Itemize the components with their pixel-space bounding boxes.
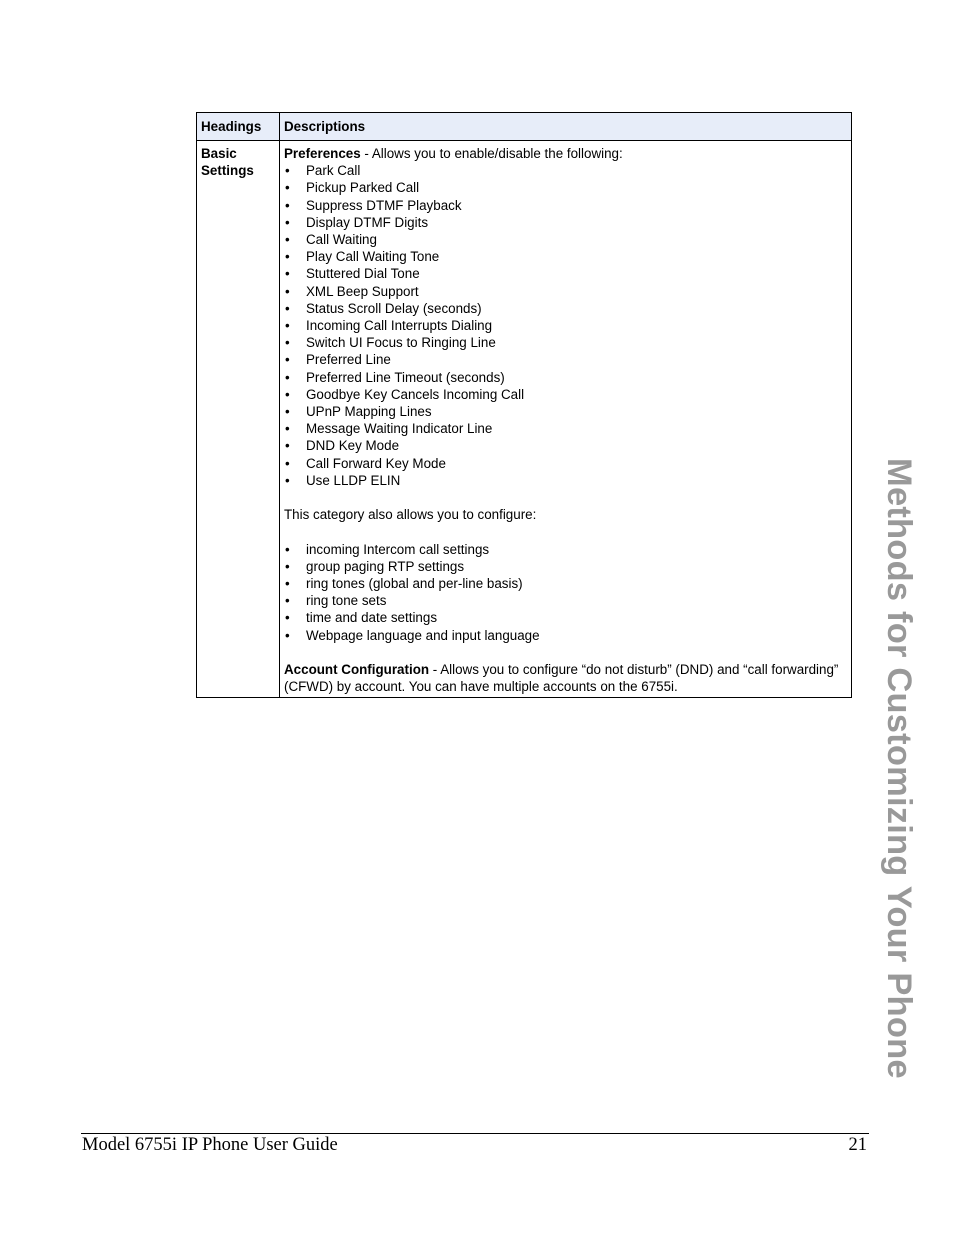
- table-row: Basic Settings Preferences - Allows you …: [196, 139, 852, 699]
- preferences-text: - Allows you to enable/disable the follo…: [360, 146, 623, 161]
- list-item: Status Scroll Delay (seconds): [284, 300, 847, 317]
- list-item: Switch UI Focus to Ringing Line: [284, 334, 847, 351]
- list-item: Park Call: [284, 162, 847, 179]
- table-header-row: Headings Descriptions: [196, 112, 852, 141]
- footer-title: Model 6755i IP Phone User Guide: [82, 1135, 338, 1155]
- list-item: ring tone sets: [284, 592, 847, 609]
- row-heading-line: Settings: [201, 163, 254, 179]
- list-item: Display DTMF Digits: [284, 214, 847, 231]
- row-heading-line: Basic: [201, 146, 237, 161]
- preferences-label: Preferences: [284, 146, 361, 161]
- preferences-list: Park CallPickup Parked CallSuppress DTMF…: [284, 162, 847, 489]
- list-item: Play Call Waiting Tone: [284, 248, 847, 265]
- list-item: ring tones (global and per-line basis): [284, 575, 847, 592]
- list-item: Pickup Parked Call: [284, 179, 847, 196]
- column-header-headings: Headings: [196, 112, 280, 141]
- side-chapter-title: Methods for Customizing Your Phone: [880, 458, 920, 1110]
- list-item: Use LLDP ELIN: [284, 472, 847, 489]
- configure-list: incoming Intercom call settingsgroup pag…: [284, 541, 847, 644]
- preferences-paragraph: Preferences - Allows you to enable/disab…: [284, 145, 847, 162]
- list-item: Call Forward Key Mode: [284, 455, 847, 472]
- page-number: 21: [848, 1135, 868, 1155]
- footer-rule: [81, 1133, 869, 1134]
- side-chapter-title-text: Methods for Customizing Your Phone: [880, 458, 918, 1079]
- list-item: Message Waiting Indicator Line: [284, 420, 847, 437]
- list-item: UPnP Mapping Lines: [284, 403, 847, 420]
- row-description: Preferences - Allows you to enable/disab…: [279, 139, 852, 699]
- list-item: incoming Intercom call settings: [284, 541, 847, 558]
- list-item: XML Beep Support: [284, 283, 847, 300]
- list-item: Stuttered Dial Tone: [284, 265, 847, 282]
- account-paragraph: Account Configuration - Allows you to co…: [284, 661, 847, 695]
- list-item: DND Key Mode: [284, 437, 847, 454]
- list-item: Preferred Line: [284, 351, 847, 368]
- list-item: Incoming Call Interrupts Dialing: [284, 317, 847, 334]
- list-item: group paging RTP settings: [284, 558, 847, 575]
- list-item: Goodbye Key Cancels Incoming Call: [284, 386, 847, 403]
- list-item: Call Waiting: [284, 231, 847, 248]
- list-item: Webpage language and input language: [284, 627, 847, 644]
- list-item: Suppress DTMF Playback: [284, 197, 847, 214]
- list-item: time and date settings: [284, 609, 847, 626]
- list-item: Preferred Line Timeout (seconds): [284, 369, 847, 386]
- account-label: Account Configuration: [284, 662, 430, 678]
- configure-intro: This category also allows you to configu…: [284, 507, 537, 523]
- settings-table: Headings Descriptions Basic Settings Pre…: [196, 112, 852, 699]
- column-header-descriptions: Descriptions: [279, 112, 852, 141]
- row-heading: Basic Settings: [196, 139, 280, 699]
